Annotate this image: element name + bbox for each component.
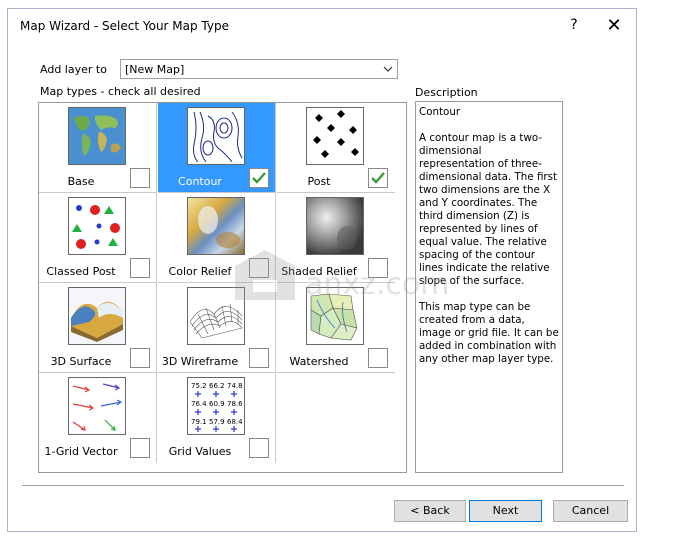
description-panel: Contour A contour map is a two-dimension… — [415, 101, 563, 473]
chevron-down-icon — [383, 62, 393, 79]
3d-surface-icon — [68, 287, 126, 345]
color-relief-icon — [187, 197, 245, 255]
map-type-classed-post[interactable]: Classed Post — [39, 193, 157, 283]
grid-vector-icon — [68, 377, 126, 435]
post-symbols-icon — [306, 107, 364, 165]
classed-post-icon — [68, 197, 126, 255]
watershed-icon — [306, 287, 364, 345]
shaded-relief-icon — [306, 197, 364, 255]
help-button[interactable]: ? — [564, 17, 584, 33]
map-type-checkbox[interactable] — [249, 168, 269, 188]
map-type-label: 3D Wireframe — [161, 355, 239, 368]
add-layer-dropdown[interactable]: [New Map] — [120, 59, 398, 79]
next-button[interactable]: Next — [469, 500, 542, 522]
title-bar: Map Wizard - Select Your Map Type ? ✕ — [8, 9, 636, 43]
map-type-checkbox[interactable] — [249, 348, 269, 368]
grid-value: 78.6 — [227, 400, 243, 408]
map-types-grid: Base Contour Post Classed Post Color Rel… — [38, 102, 407, 473]
map-types-label: Map types - check all desired — [40, 85, 201, 98]
grid-value: 57.9 — [209, 418, 225, 426]
map-wizard-dialog: Map Wizard - Select Your Map Type ? ✕ Ad… — [7, 8, 637, 532]
map-type-label: Color Relief — [168, 265, 232, 278]
description-text: A contour map is a two-dimensional repre… — [419, 132, 558, 287]
contour-lines-icon — [187, 107, 245, 165]
close-button[interactable]: ✕ — [603, 15, 625, 36]
map-type-label: Post — [307, 175, 331, 188]
grid-values-icon: 75.2 66.2 74.8 76.4 60.9 78.6 79.1 57.9 … — [187, 377, 245, 435]
map-type-1-grid-vector[interactable]: 1-Grid Vector — [39, 373, 157, 463]
checkmark-icon — [371, 172, 385, 184]
grid-value: 76.4 — [191, 400, 207, 408]
checkmark-icon — [252, 172, 266, 184]
cancel-button[interactable]: Cancel — [553, 500, 628, 522]
map-type-checkbox[interactable] — [368, 348, 388, 368]
add-layer-value: [New Map] — [125, 63, 185, 76]
map-type-label: Shaded Relief — [281, 265, 357, 278]
grid-value: 68.4 — [227, 418, 243, 426]
map-type-label: Watershed — [289, 355, 349, 368]
map-type-checkbox[interactable] — [130, 168, 150, 188]
footer-divider — [22, 485, 624, 486]
map-type-base[interactable]: Base — [39, 103, 157, 193]
description-text-2: This map type can be created from a data… — [419, 301, 559, 365]
map-type-contour[interactable]: Contour — [158, 103, 276, 193]
map-type-checkbox[interactable] — [249, 438, 269, 458]
map-type-label: Grid Values — [168, 445, 232, 458]
map-type-checkbox[interactable] — [130, 348, 150, 368]
description-label: Description — [415, 86, 478, 99]
description-heading: Contour — [419, 106, 461, 118]
grid-value: 74.8 — [227, 382, 243, 390]
map-type-color-relief[interactable]: Color Relief — [158, 193, 276, 283]
grid-value: 75.2 — [191, 382, 207, 390]
back-button[interactable]: < Back — [394, 500, 466, 522]
map-type-label: 1-Grid Vector — [44, 445, 118, 458]
grid-value: 79.1 — [191, 418, 207, 426]
map-type-checkbox[interactable] — [130, 258, 150, 278]
map-type-3d-wireframe[interactable]: 3D Wireframe — [158, 283, 276, 373]
map-type-checkbox[interactable] — [249, 258, 269, 278]
map-type-label: Classed Post — [46, 265, 116, 278]
map-type-shaded-relief[interactable]: Shaded Relief — [277, 193, 395, 283]
window-title: Map Wizard - Select Your Map Type — [20, 19, 229, 33]
map-type-checkbox[interactable] — [368, 258, 388, 278]
map-type-3d-surface[interactable]: 3D Surface — [39, 283, 157, 373]
map-type-checkbox[interactable] — [130, 438, 150, 458]
map-type-post[interactable]: Post — [277, 103, 395, 193]
map-type-label: Base — [67, 175, 95, 188]
map-type-label: Contour — [178, 175, 222, 188]
map-type-watershed[interactable]: Watershed — [277, 283, 395, 373]
3d-wireframe-icon — [187, 287, 245, 345]
grid-value: 66.2 — [209, 382, 225, 390]
world-map-icon — [68, 107, 126, 165]
map-type-label: 3D Surface — [50, 355, 112, 368]
add-layer-label: Add layer to — [40, 63, 107, 76]
grid-value: 60.9 — [209, 400, 225, 408]
map-type-grid-values[interactable]: 75.2 66.2 74.8 76.4 60.9 78.6 79.1 57.9 … — [158, 373, 276, 463]
map-type-checkbox[interactable] — [368, 168, 388, 188]
